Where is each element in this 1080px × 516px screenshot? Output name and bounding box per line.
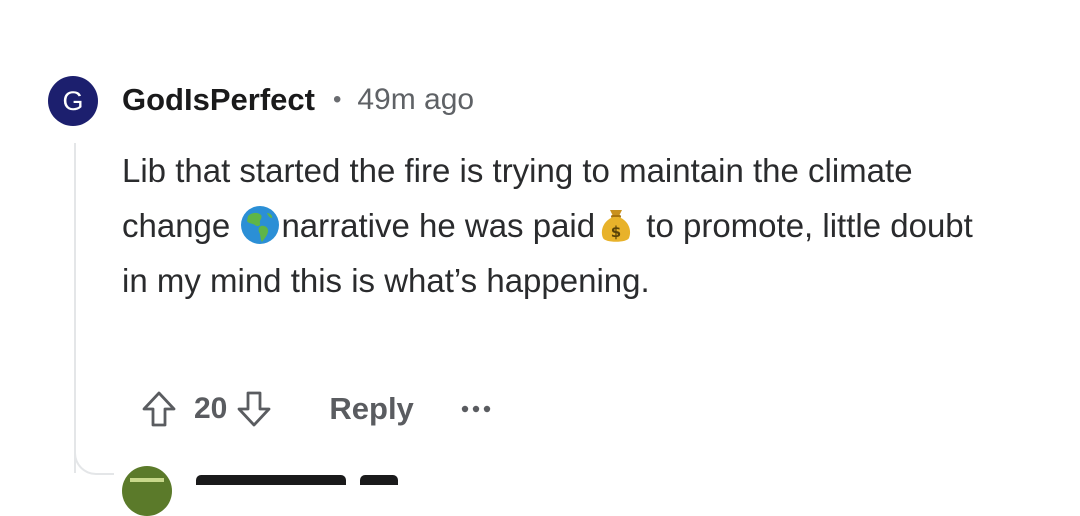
svg-text:$: $ (611, 223, 621, 241)
upvote-icon (142, 391, 176, 427)
next-timestamp-peek (360, 475, 398, 485)
more-options-button[interactable] (460, 394, 492, 424)
thread-connector (74, 445, 114, 475)
downvote-button[interactable] (233, 388, 275, 430)
comment-text-part: narrative he was paid (281, 207, 596, 244)
globe-americas-icon (239, 204, 281, 246)
vote-score: 20 (194, 392, 228, 425)
downvote-icon (237, 391, 271, 427)
next-comment-avatar[interactable] (122, 466, 172, 516)
avatar-image-detail (130, 478, 164, 482)
next-comment-header-peek (196, 475, 398, 485)
timestamp: 49m ago (357, 83, 475, 116)
avatar-letter: G (62, 85, 84, 116)
avatar[interactable]: G (48, 76, 98, 126)
next-username-peek (196, 475, 346, 485)
comment-body: Lib that started the fire is trying to m… (122, 143, 992, 308)
separator-dot: • (332, 86, 342, 113)
more-dots-icon (461, 405, 490, 413)
username[interactable]: GodIsPerfect (122, 82, 315, 118)
thread-line[interactable] (74, 143, 76, 473)
money-bag-icon: $ (595, 204, 637, 246)
upvote-button[interactable] (138, 388, 180, 430)
reply-button[interactable]: Reply (329, 391, 413, 427)
comment-actions: 20 Reply (138, 386, 492, 432)
comment-header: GodIsPerfect • 49m ago (122, 80, 474, 120)
